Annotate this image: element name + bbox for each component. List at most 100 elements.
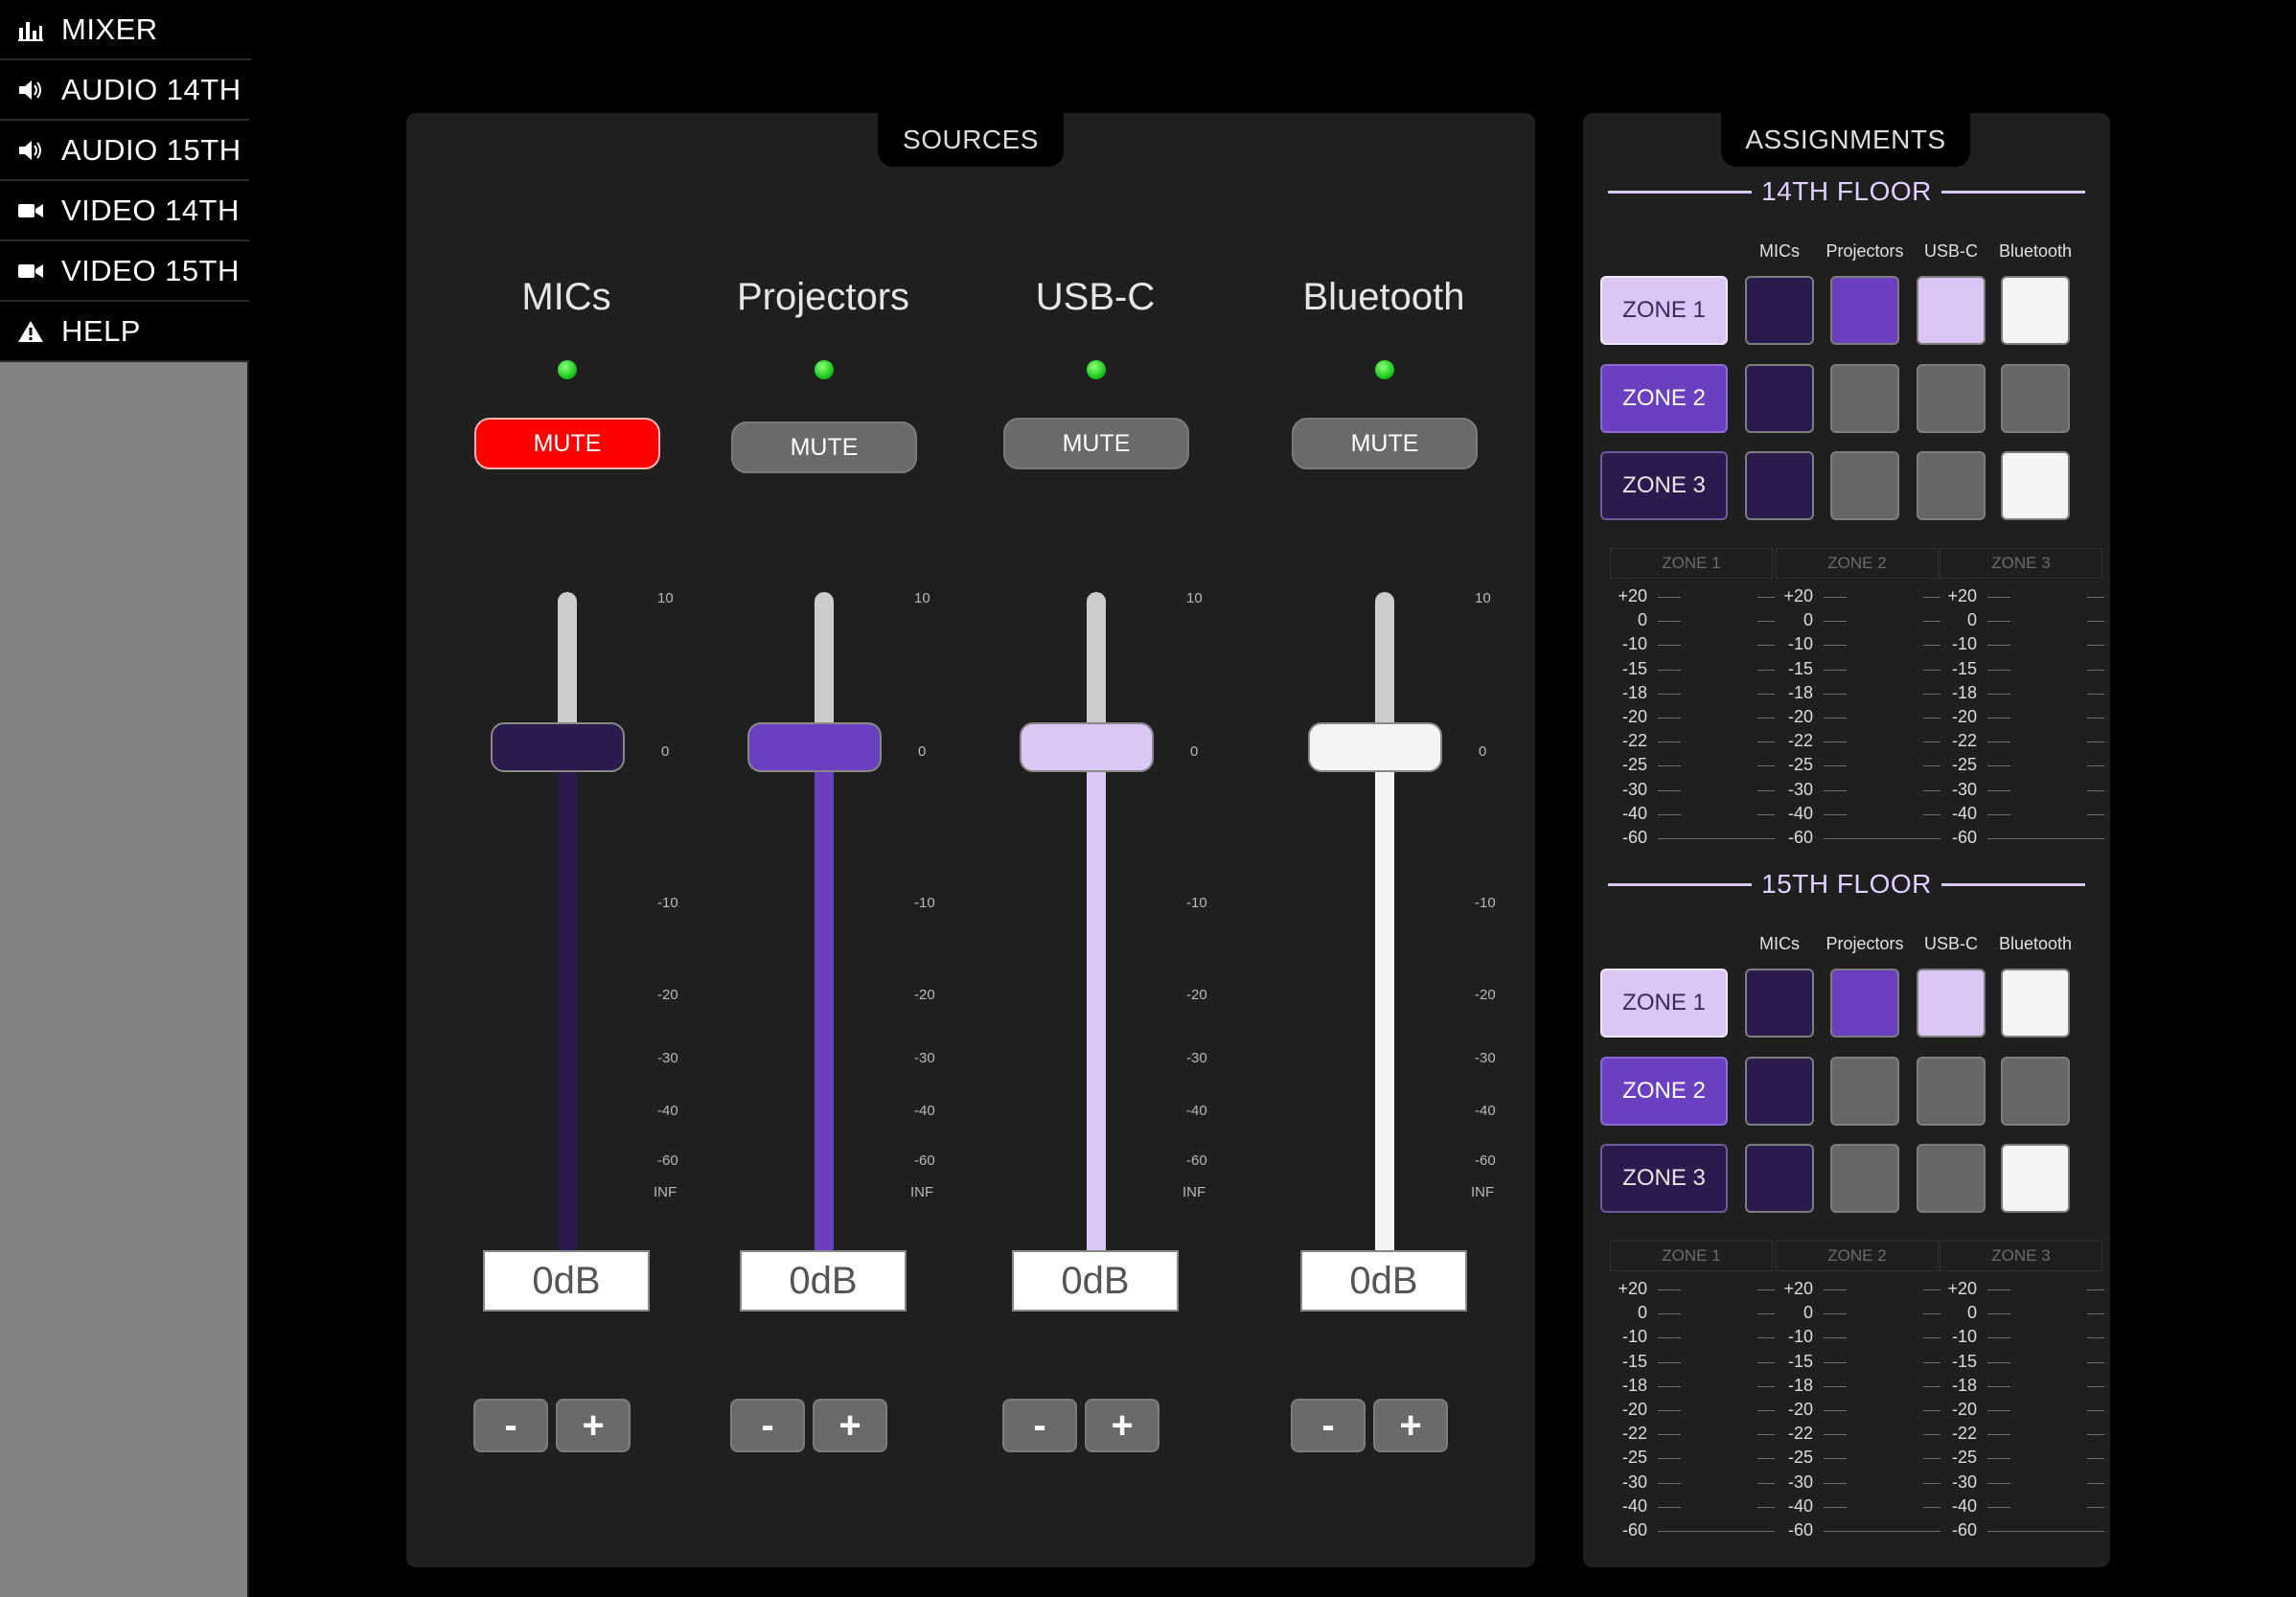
meter-tick	[1923, 765, 1940, 767]
channel-strip-bluetooth: Bluetooth MUTE 10 0 -10 -20 -30 -40 -60 …	[1254, 113, 1513, 1569]
nav-item-mixer[interactable]: MIXER	[0, 0, 270, 60]
assignment-cell[interactable]	[2001, 1144, 2070, 1213]
nav-item-audio-15th[interactable]: AUDIO 15TH	[0, 121, 249, 181]
meter-tick	[1824, 765, 1847, 767]
meter-tick	[1923, 669, 1940, 671]
assignment-cell[interactable]	[1830, 451, 1899, 520]
increase-button[interactable]: +	[1085, 1399, 1159, 1452]
level-readout[interactable]: 0dB	[1300, 1250, 1467, 1312]
meter-tick	[1923, 1313, 1940, 1315]
meter-tick	[1757, 1385, 1775, 1387]
meter-scale-row: 0	[1941, 610, 2104, 634]
meter-tick	[1987, 1289, 2010, 1290]
zone-button[interactable]: ZONE 1	[1600, 276, 1728, 345]
floor-title: 14TH FLOOR	[1761, 176, 1932, 206]
meter-tick	[1824, 789, 1847, 791]
decrease-button[interactable]: -	[730, 1399, 805, 1452]
assignment-cell[interactable]	[1917, 451, 1986, 520]
zone-button[interactable]: ZONE 2	[1600, 364, 1728, 433]
assignment-cell[interactable]	[1830, 1057, 1899, 1126]
scale-label: -10	[1186, 895, 1207, 911]
meter-scale-row: -22	[1612, 1424, 1775, 1448]
meter-tick	[1711, 838, 1775, 839]
increase-button[interactable]: +	[813, 1399, 887, 1452]
assignment-cell[interactable]	[1745, 1144, 1814, 1213]
meter-scale-row: -22	[1941, 1424, 2104, 1448]
meter-scale-label: -15	[1951, 658, 1977, 678]
meter-tick	[1824, 1361, 1847, 1363]
meter-scale-label: -25	[1787, 755, 1813, 775]
meter-tick	[1824, 597, 1847, 598]
assignment-cell[interactable]	[1917, 969, 1986, 1038]
nav-item-audio-14th[interactable]: AUDIO 14TH	[0, 60, 249, 121]
assignment-cell[interactable]	[1917, 1144, 1986, 1213]
meter-scale-label: -30	[1787, 779, 1813, 799]
assignment-cell[interactable]	[2001, 1057, 2070, 1126]
meter-tick	[1757, 1458, 1775, 1460]
scale-label: -10	[1475, 895, 1496, 911]
meter-tick	[1923, 813, 1940, 815]
meter-zone-label: ZONE 2	[1776, 548, 1939, 579]
scale-label: -60	[914, 1152, 935, 1169]
meter-scale-label: -22	[1787, 731, 1813, 751]
decrease-button[interactable]: -	[1002, 1399, 1077, 1452]
meter-tick	[1824, 741, 1847, 743]
meter-tick	[1757, 718, 1775, 719]
meter-tick	[1824, 1506, 1847, 1508]
meter-scale-row: -30	[1778, 1472, 1940, 1496]
assignment-cell[interactable]	[1917, 1057, 1986, 1126]
assignment-cell[interactable]	[1917, 364, 1986, 433]
assignment-cell[interactable]	[1830, 1144, 1899, 1213]
assignment-cell[interactable]	[1830, 364, 1899, 433]
meter-tick	[1757, 621, 1775, 623]
meter-tick	[1658, 1434, 1681, 1436]
zone-button[interactable]: ZONE 1	[1600, 969, 1728, 1038]
meter-tick	[1824, 621, 1847, 623]
scale-label: -40	[1186, 1103, 1207, 1119]
level-readout[interactable]: 0dB	[483, 1250, 650, 1312]
assignment-cell[interactable]	[1830, 969, 1899, 1038]
meter-scale-label: -22	[1787, 1424, 1813, 1444]
assignment-cell[interactable]	[1745, 969, 1814, 1038]
meter-scale-row: -15	[1941, 1352, 2104, 1376]
meter-tick	[1987, 1385, 2010, 1387]
assignment-cell[interactable]	[2001, 276, 2070, 345]
column-header: Projectors	[1825, 934, 1904, 953]
assignment-cell[interactable]	[1745, 451, 1814, 520]
assignment-cell[interactable]	[1830, 276, 1899, 345]
meter-tick	[1757, 1361, 1775, 1363]
nav-item-video-15th[interactable]: VIDEO 15TH	[0, 241, 249, 302]
assignment-cell[interactable]	[2001, 364, 2070, 433]
meter-tick	[1658, 789, 1681, 791]
meter-scale-label: -60	[1621, 1520, 1647, 1540]
nav-item-video-14th[interactable]: VIDEO 14TH	[0, 181, 249, 241]
decrease-button[interactable]: -	[1291, 1399, 1366, 1452]
zone-button[interactable]: ZONE 2	[1600, 1057, 1728, 1126]
nav-item-label: VIDEO 15TH	[61, 253, 240, 287]
assignment-cell[interactable]	[1745, 276, 1814, 345]
assignment-cell[interactable]	[2001, 969, 2070, 1038]
decrease-button[interactable]: -	[473, 1399, 548, 1452]
increase-button[interactable]: +	[1373, 1399, 1448, 1452]
divider-line	[1940, 882, 2085, 886]
assignment-cell[interactable]	[2001, 451, 2070, 520]
meter-scale-row: 0	[1778, 610, 1940, 634]
meter-scale-row: -60	[1778, 828, 1940, 852]
level-readout[interactable]: 0dB	[1012, 1250, 1179, 1312]
assignment-cell[interactable]	[1917, 276, 1986, 345]
meter-tick	[2087, 1313, 2104, 1315]
meter-tick	[1658, 718, 1681, 719]
nav-item-help[interactable]: HELP	[0, 302, 249, 362]
increase-button[interactable]: +	[556, 1399, 631, 1452]
column-header: Bluetooth	[1998, 934, 2073, 953]
assignment-cell[interactable]	[1745, 1057, 1814, 1126]
assignment-cell[interactable]	[1745, 364, 1814, 433]
meter-tick	[1757, 1289, 1775, 1290]
zone-button[interactable]: ZONE 3	[1600, 451, 1728, 520]
zone-button[interactable]: ZONE 3	[1600, 1144, 1728, 1213]
column-header: USB-C	[1923, 934, 1978, 953]
column-header: USB-C	[1923, 241, 1978, 261]
meter-tick	[1877, 1531, 1940, 1532]
meter-tick	[1923, 1337, 1940, 1339]
level-readout[interactable]: 0dB	[740, 1250, 907, 1312]
